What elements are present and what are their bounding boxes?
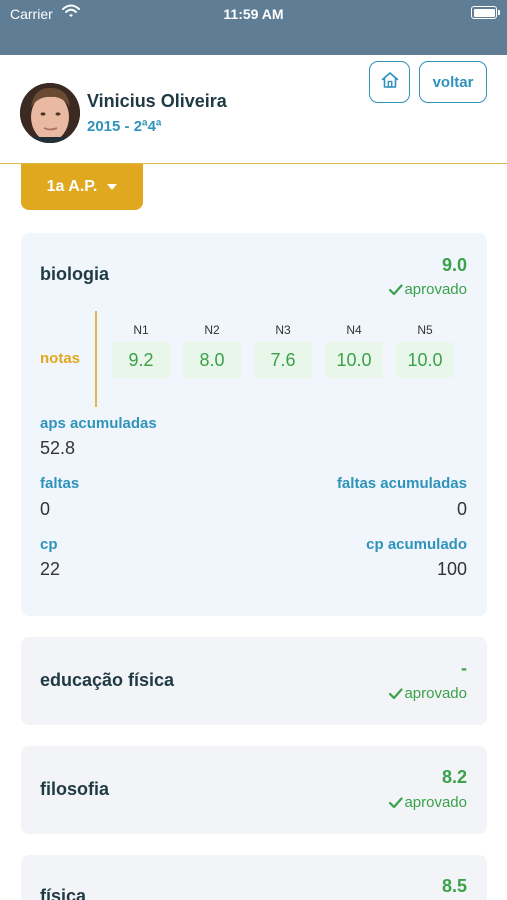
note-value: 10.0 xyxy=(396,342,454,378)
subject-grade: - xyxy=(461,658,467,678)
status-badge: aprovado xyxy=(388,685,467,702)
period-label: 1a A.P. xyxy=(46,178,98,195)
subject-card-educacao-fisica[interactable]: educação física - aprovado xyxy=(21,637,487,725)
subject-name: educação física xyxy=(40,670,175,690)
period-selector[interactable]: 1a A.P. xyxy=(21,164,143,210)
subject-grade: 8.5 xyxy=(441,876,467,896)
faltas-value: 0 xyxy=(40,499,51,519)
subject-name: física xyxy=(40,886,87,900)
note-value: 10.0 xyxy=(325,342,383,378)
aps-label: aps acumuladas xyxy=(40,415,157,432)
clock: 11:59 AM xyxy=(223,6,284,22)
student-name: Vinicius Oliveira xyxy=(87,91,227,111)
faltas-label: faltas xyxy=(40,475,80,492)
status-badge: aprovado xyxy=(388,281,467,298)
battery-icon xyxy=(471,6,500,19)
faltas-acumuladas-value: 0 xyxy=(456,499,467,519)
avatar xyxy=(20,83,80,143)
status-bar: Carrier 11:59 AM xyxy=(0,0,507,55)
note-header: N5 xyxy=(417,323,433,337)
note-header: N3 xyxy=(275,323,291,337)
subject-grade: 9.0 xyxy=(441,255,467,275)
status-text: aprovado xyxy=(404,685,467,702)
check-icon xyxy=(388,686,404,701)
note-header: N4 xyxy=(346,323,362,337)
cp-label: cp xyxy=(40,536,58,553)
subject-name: filosofia xyxy=(40,779,110,799)
subject-grade: 8.2 xyxy=(441,767,467,787)
subject-card-filosofia[interactable]: filosofia 8.2 aprovado xyxy=(21,746,487,834)
aps-value: 52.8 xyxy=(40,438,76,458)
note-value: 8.0 xyxy=(183,342,241,378)
cp-acumulado-value: 100 xyxy=(436,559,467,579)
check-icon xyxy=(388,795,404,810)
subject-name: biologia xyxy=(40,264,109,284)
note-header: N1 xyxy=(133,323,149,337)
subject-card-biologia[interactable]: biologia 9.0 aprovado notas N1 N2 N3 N4 … xyxy=(21,233,487,616)
home-button[interactable] xyxy=(369,61,410,103)
notas-divider xyxy=(95,311,97,407)
subject-card-fisica[interactable]: física 8.5 xyxy=(21,855,487,900)
student-class: 2015 - 2ª4ª xyxy=(87,118,162,135)
check-icon xyxy=(388,282,404,297)
status-badge: aprovado xyxy=(388,794,467,811)
back-button[interactable]: voltar xyxy=(419,61,487,103)
note-value: 9.2 xyxy=(112,342,170,378)
status-text: aprovado xyxy=(404,281,467,298)
caret-down-icon xyxy=(107,184,118,190)
status-text: aprovado xyxy=(404,794,467,811)
cp-acumulado-label: cp acumulado xyxy=(366,536,467,553)
note-value: 7.6 xyxy=(254,342,312,378)
faltas-acumuladas-label: faltas acumuladas xyxy=(336,475,467,492)
student-header: Vinicius Oliveira 2015 - 2ª4ª voltar xyxy=(0,55,507,164)
home-icon xyxy=(380,70,400,95)
notas-label: notas xyxy=(40,350,81,367)
note-header: N2 xyxy=(204,323,220,337)
cp-value: 22 xyxy=(40,559,61,579)
